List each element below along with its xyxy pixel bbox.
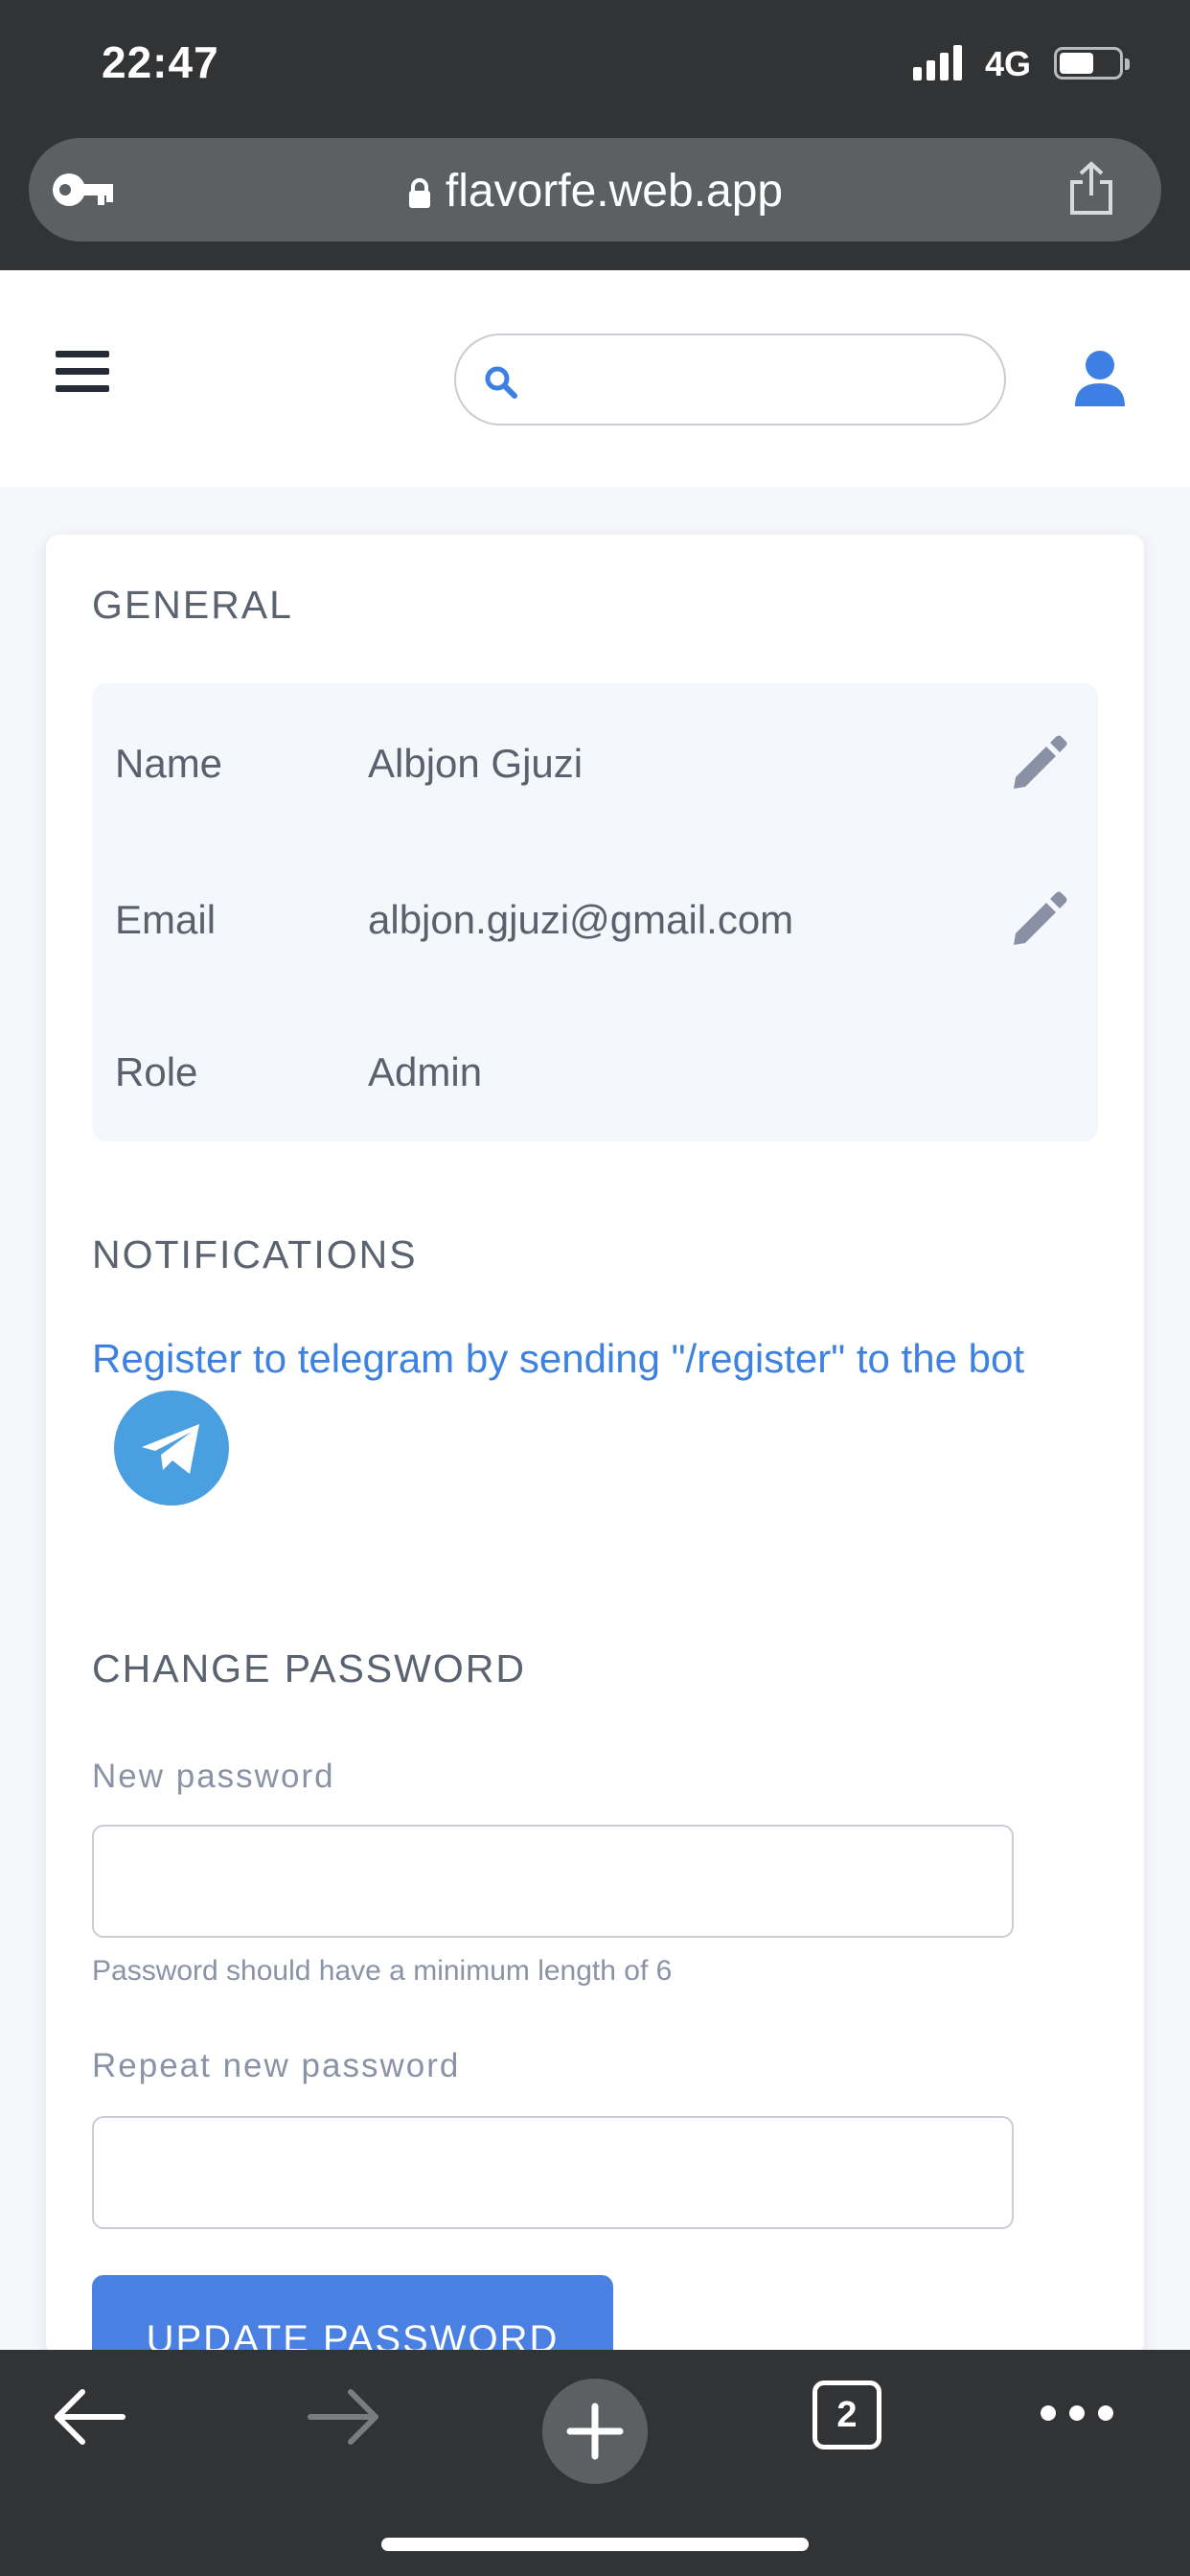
url-bar[interactable]: flavorfe.web.app [29, 138, 1161, 242]
new-password-input[interactable] [92, 1825, 1014, 1938]
info-row-role: Role Admin [92, 1024, 1098, 1120]
general-info-panel: Name Albjon Gjuzi Email albjon.gjuzi@gma… [92, 683, 1098, 1141]
telegram-register-link[interactable]: Register to telegram by sending "/regist… [92, 1336, 1024, 1382]
browser-toolbar: flavorfe.web.app [0, 134, 1190, 270]
menu-icon[interactable] [56, 351, 109, 393]
search-icon [485, 366, 517, 399]
url-text: flavorfe.web.app [445, 166, 784, 217]
share-icon[interactable] [1067, 161, 1115, 217]
url-display[interactable]: flavorfe.web.app [29, 165, 1161, 218]
name-value: Albjon Gjuzi [368, 741, 584, 786]
password-helper-text: Password should have a minimum length of… [92, 1955, 673, 1987]
edit-name-icon[interactable] [1008, 733, 1069, 794]
status-time: 22:47 [102, 37, 219, 87]
user-icon[interactable] [1071, 349, 1129, 408]
search-input[interactable] [533, 349, 973, 410]
general-section-title: GENERAL [92, 583, 293, 627]
new-password-label: New password [92, 1758, 335, 1795]
info-row-email: Email albjon.gjuzi@gmail.com [92, 872, 1098, 968]
app-header [0, 270, 1190, 487]
tab-switcher-button[interactable]: 2 [812, 2380, 881, 2450]
new-tab-button[interactable] [542, 2379, 648, 2484]
more-options-icon[interactable] [1039, 2404, 1115, 2423]
role-label: Role [115, 1049, 198, 1094]
search-box[interactable] [454, 334, 1006, 426]
name-label: Name [115, 741, 223, 786]
status-bar: 22:47 4G [0, 0, 1190, 134]
change-password-section-title: CHANGE PASSWORD [92, 1646, 526, 1690]
signal-icon [913, 42, 971, 80]
battery-icon [1054, 47, 1130, 80]
forward-arrow-icon[interactable] [305, 2386, 381, 2448]
edit-email-icon[interactable] [1008, 889, 1069, 951]
repeat-password-input[interactable] [92, 2116, 1014, 2229]
notifications-section-title: NOTIFICATIONS [92, 1232, 418, 1276]
home-indicator[interactable] [381, 2538, 809, 2551]
email-label: Email [115, 897, 217, 942]
back-arrow-icon[interactable] [52, 2386, 128, 2448]
telegram-icon[interactable] [113, 1390, 230, 1506]
network-type: 4G [985, 44, 1032, 83]
info-row-name: Name Albjon Gjuzi [92, 716, 1098, 812]
plus-icon [566, 2403, 624, 2460]
repeat-password-label: Repeat new password [92, 2047, 461, 2084]
role-value: Admin [368, 1049, 483, 1094]
email-value: albjon.gjuzi@gmail.com [368, 897, 794, 942]
lock-icon [408, 178, 430, 209]
settings-card: GENERAL Name Albjon Gjuzi Email albjon.g… [46, 535, 1144, 2371]
